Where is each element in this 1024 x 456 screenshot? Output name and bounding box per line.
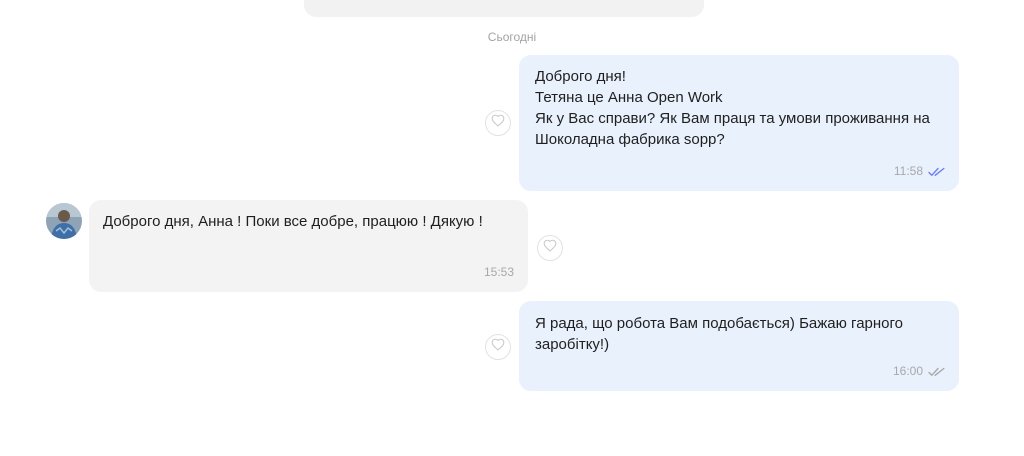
message-meta: 11:58 bbox=[894, 161, 945, 182]
double-check-icon bbox=[928, 367, 945, 377]
date-separator: Сьогодні bbox=[487, 30, 537, 44]
message-time: 16:00 bbox=[892, 364, 923, 378]
message-text: Я рада, що робота Вам подобається) Бажаю… bbox=[535, 315, 908, 353]
message-bubble-outgoing[interactable]: Я рада, що робота Вам подобається) Бажаю… bbox=[519, 301, 959, 391]
heart-outline-icon bbox=[491, 114, 505, 132]
avatar[interactable] bbox=[46, 203, 82, 239]
message-bubble-incoming[interactable]: Доброго дня, Анна ! Поки все добре, прац… bbox=[89, 200, 528, 292]
chat-thread: Сьогодні Доброго дня! Тетяна це Анна Ope… bbox=[0, 0, 1024, 456]
message-bubble-outgoing[interactable]: Доброго дня! Тетяна це Анна Open Work Як… bbox=[519, 55, 959, 191]
double-check-icon bbox=[928, 167, 945, 177]
message-meta: 16:00 bbox=[893, 361, 945, 382]
heart-outline-icon bbox=[543, 239, 557, 257]
message-time: 15:53 bbox=[483, 265, 514, 279]
like-button[interactable] bbox=[485, 110, 511, 136]
like-button[interactable] bbox=[537, 235, 563, 261]
message-meta: 15:53 bbox=[484, 262, 514, 283]
message-time: 11:58 bbox=[893, 164, 923, 178]
message-text: Доброго дня! Тетяна це Анна Open Work Як… bbox=[535, 68, 930, 148]
like-button[interactable] bbox=[485, 334, 511, 360]
message-text: Доброго дня, Анна ! Поки все добре, прац… bbox=[103, 213, 483, 230]
previous-message-bubble[interactable] bbox=[304, 0, 704, 17]
heart-outline-icon bbox=[491, 338, 505, 356]
